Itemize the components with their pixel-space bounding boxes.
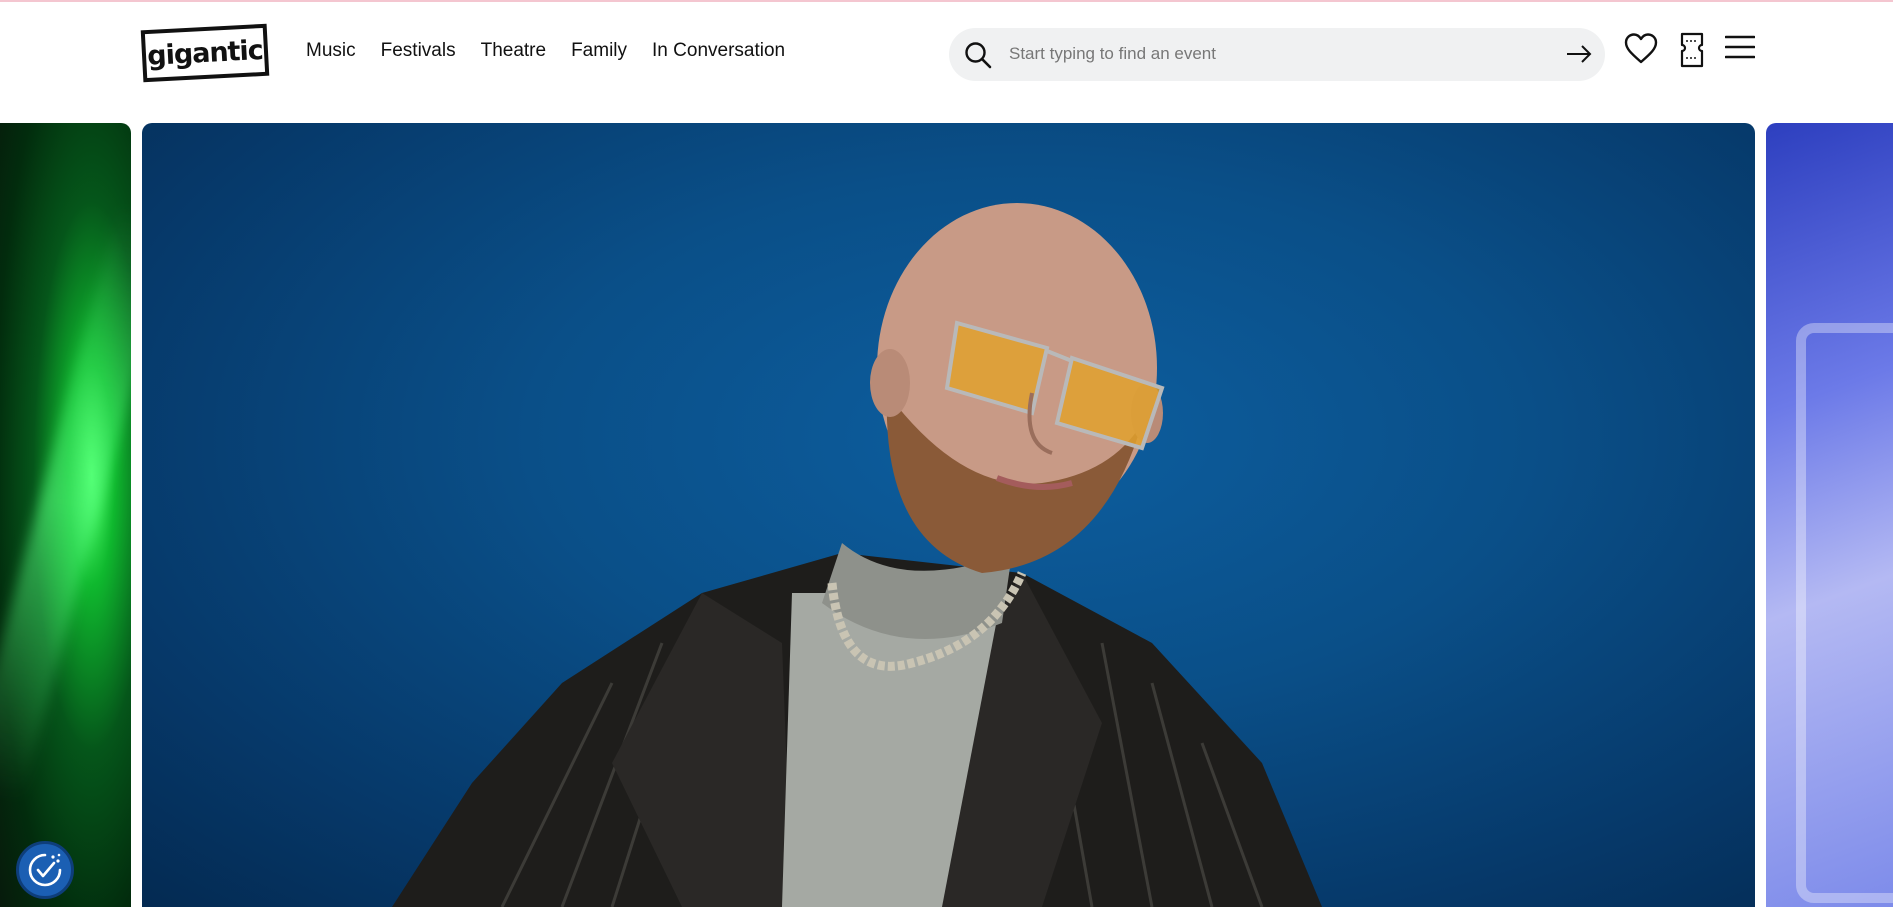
nav-item-festivals[interactable]: Festivals [381,40,456,62]
hero-artist-image [392,203,1322,907]
hamburger-menu-icon[interactable] [1725,32,1755,62]
carousel-slide-next[interactable] [1766,123,1893,907]
cookie-consent-button[interactable] [16,841,74,899]
nav-item-theatre[interactable]: Theatre [481,40,546,62]
search-icon[interactable] [963,40,993,70]
cookie-settings-icon [28,853,62,887]
heart-icon[interactable] [1624,32,1658,66]
hero-carousel [0,123,1893,907]
ticket-icon[interactable] [1679,32,1705,68]
nav-item-in-conversation[interactable]: In Conversation [652,40,785,62]
nav-item-family[interactable]: Family [571,40,627,62]
carousel-slide-previous[interactable] [0,123,131,907]
search-input[interactable] [1009,38,1509,70]
site-header: gigantic Music Festivals Theatre Family … [0,2,1893,122]
carousel-slide-current[interactable] [142,123,1755,907]
search-bar [949,28,1605,81]
gigantic-logo[interactable]: gigantic [140,23,270,83]
nav-item-music[interactable]: Music [306,40,356,62]
main-nav: Music Festivals Theatre Family In Conver… [306,40,785,62]
arrow-right-icon[interactable] [1565,42,1593,66]
